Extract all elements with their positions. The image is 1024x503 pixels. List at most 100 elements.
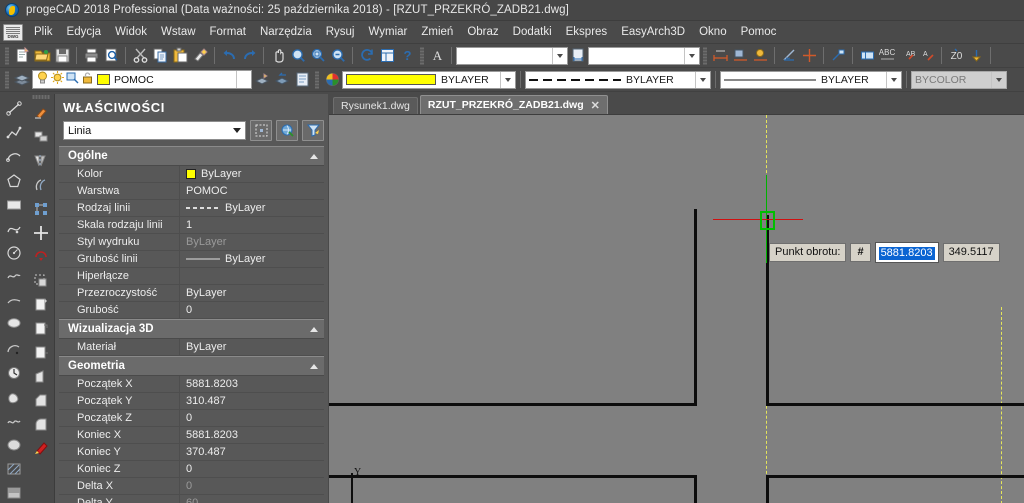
property-value-cell[interactable]: ByLayer — [179, 339, 324, 355]
property-section-header[interactable]: Wizualizacja 3D — [59, 319, 324, 339]
property-value-cell[interactable]: ByLayer — [179, 285, 324, 301]
object-type-combo[interactable]: Linia — [63, 121, 246, 140]
dim-angular-icon[interactable] — [779, 46, 799, 66]
property-row[interactable]: Skala rodzaju linii 1 — [59, 217, 324, 234]
toolbar-grip[interactable] — [5, 46, 9, 65]
property-value-cell[interactable]: ByLayer — [179, 200, 324, 216]
dim-linear-icon[interactable] — [710, 46, 730, 66]
open-file-icon[interactable] — [32, 46, 52, 66]
chevron-down-icon[interactable] — [991, 71, 1006, 88]
chevron-down-icon[interactable] — [886, 71, 901, 88]
pan-icon[interactable] — [268, 46, 288, 66]
copy-object-icon[interactable] — [29, 125, 53, 149]
zoom-window-icon[interactable] — [308, 46, 328, 66]
cut-icon[interactable] — [130, 46, 150, 66]
match-properties-icon[interactable] — [190, 46, 210, 66]
sun-thaw-icon[interactable] — [50, 70, 65, 90]
property-value-cell[interactable]: 5881.8203 — [179, 376, 324, 392]
property-row[interactable]: Koniec Z 0 — [59, 461, 324, 478]
chevron-down-icon[interactable] — [695, 71, 710, 88]
text-style-icon[interactable]: A — [427, 46, 447, 66]
extend-icon[interactable] — [29, 341, 53, 365]
property-row[interactable]: Grubość 0 — [59, 302, 324, 319]
toolbar-grip-4[interactable] — [5, 70, 9, 89]
property-row[interactable]: Początek X 5881.8203 — [59, 376, 324, 393]
region-icon[interactable] — [2, 433, 26, 457]
layer-states-icon[interactable] — [292, 70, 312, 90]
chevron-down-icon[interactable] — [552, 47, 567, 64]
chamfer-icon[interactable] — [29, 389, 53, 413]
property-value-cell[interactable]: ByLayer — [179, 251, 324, 267]
rotate-icon[interactable] — [29, 245, 53, 269]
menu-item-zmien[interactable]: Zmień — [414, 23, 460, 41]
arc-icon[interactable] — [2, 145, 26, 169]
document-tab[interactable]: Rysunek1.dwg — [333, 97, 418, 114]
lock-open-icon[interactable] — [80, 70, 95, 90]
menu-item-narzedzia[interactable]: Narzędzia — [253, 23, 319, 41]
layer-manager-icon[interactable] — [12, 70, 32, 90]
mirror-icon[interactable] — [29, 149, 53, 173]
property-value-cell[interactable]: 0 — [179, 478, 324, 494]
dim-update-icon[interactable]: Z0 — [946, 46, 966, 66]
menu-item-rysuj[interactable]: Rysuj — [319, 23, 362, 41]
dim-center-icon[interactable] — [966, 46, 986, 66]
property-value-cell[interactable]: ByLayer — [179, 166, 324, 182]
property-row[interactable]: Przezroczystość ByLayer — [59, 285, 324, 302]
drawing-canvas[interactable]: Y Punkt obrotu: # 5881.8203 349.5117 — [329, 114, 1024, 503]
dynamic-input-y-field[interactable]: 349.5117 — [942, 243, 1000, 262]
property-row[interactable]: Koniec Y 370.487 — [59, 444, 324, 461]
zoom-realtime-icon[interactable] — [288, 46, 308, 66]
layer-color-swatch[interactable] — [97, 74, 110, 85]
point-icon[interactable] — [2, 361, 26, 385]
modify-toolbar-grip[interactable] — [31, 95, 50, 99]
print-preview-icon[interactable] — [101, 46, 121, 66]
menu-item-wymiar[interactable]: Wymiar — [361, 23, 414, 41]
toolbar-grip-2[interactable] — [420, 46, 424, 65]
offset-icon[interactable] — [29, 173, 53, 197]
menu-item-okno[interactable]: Okno — [692, 23, 734, 41]
save-icon[interactable] — [52, 46, 72, 66]
dim-edit-icon[interactable]: A — [917, 46, 937, 66]
collapse-triangle-icon[interactable] — [310, 363, 318, 369]
new-file-icon[interactable] — [12, 46, 32, 66]
dimension-style-icon[interactable] — [568, 46, 588, 66]
dynamic-input-x-field[interactable]: 5881.8203 — [874, 242, 939, 263]
property-value-cell[interactable]: 60 — [179, 495, 324, 503]
property-row[interactable]: Hiperłącze — [59, 268, 324, 285]
leader-icon[interactable] — [828, 46, 848, 66]
property-value-cell[interactable]: 0 — [179, 410, 324, 426]
dimension-style-combo[interactable] — [588, 46, 700, 65]
layer-previous-icon[interactable] — [272, 70, 292, 90]
paste-icon[interactable] — [170, 46, 190, 66]
property-row[interactable]: Grubość linii ByLayer — [59, 251, 324, 268]
chevron-down-icon[interactable] — [230, 122, 243, 139]
freehand-icon[interactable] — [2, 265, 26, 289]
dim-aligned-icon[interactable] — [730, 46, 750, 66]
make-object-layer-icon[interactable] — [252, 70, 272, 90]
ellipse-icon[interactable] — [2, 241, 26, 265]
stretch-icon[interactable] — [29, 293, 53, 317]
toolbar-grip-5[interactable] — [315, 70, 319, 89]
property-row[interactable]: Delta X 0 — [59, 478, 324, 495]
properties-icon[interactable] — [377, 46, 397, 66]
color-combo[interactable]: BYLAYER — [342, 70, 516, 89]
property-row[interactable]: Początek Z 0 — [59, 410, 324, 427]
redraw-icon[interactable] — [357, 46, 377, 66]
property-row[interactable]: Początek Y 310.487 — [59, 393, 324, 410]
boundary-icon[interactable] — [2, 385, 26, 409]
property-section-header[interactable]: Geometria — [59, 356, 324, 376]
property-row[interactable]: Rodzaj linii ByLayer — [59, 200, 324, 217]
redo-icon[interactable] — [239, 46, 259, 66]
explode-icon[interactable] — [29, 437, 53, 461]
property-value-cell[interactable]: 5881.8203 — [179, 427, 324, 443]
donut-icon[interactable] — [2, 313, 26, 337]
menu-item-plik[interactable]: Plik — [27, 23, 60, 41]
dim-ordinate-icon[interactable] — [750, 46, 770, 66]
property-value-cell[interactable]: 310.487 — [179, 393, 324, 409]
dwg-document-icon[interactable]: DWG — [3, 23, 23, 41]
property-section-header[interactable]: Ogólne — [59, 146, 324, 166]
menu-item-dodatki[interactable]: Dodatki — [506, 23, 559, 41]
property-row[interactable]: Warstwa POMOC — [59, 183, 324, 200]
close-icon[interactable]: ✕ — [591, 99, 600, 112]
circle-icon[interactable] — [2, 289, 26, 313]
